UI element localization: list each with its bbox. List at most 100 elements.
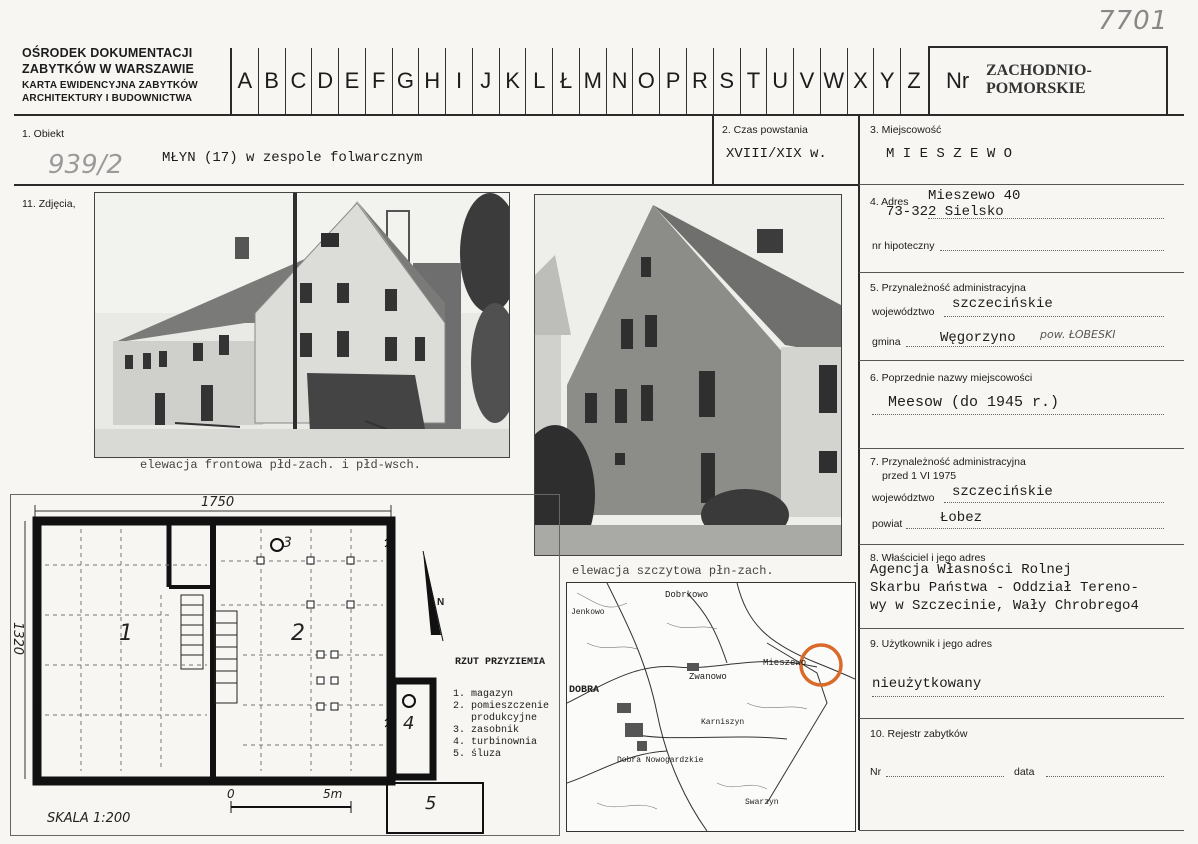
rule-5 (859, 272, 1184, 273)
scale-label: SKALA 1:200 (47, 811, 131, 826)
rule-bottom-right (859, 830, 1184, 831)
field10-data-dots (1046, 776, 1164, 777)
field8-line2: Skarbu Państwa - Oddział Tereno- (870, 580, 1139, 596)
region-stamp-line1: ZACHODNIO- (986, 62, 1092, 79)
map-label-zwanowo: Zwanowo (689, 672, 727, 682)
letter-16: P (659, 48, 686, 114)
photo-gable-elevation (534, 194, 842, 556)
rule-top (14, 114, 1184, 116)
photo-front-drawing (95, 193, 509, 457)
field10-nr-label: Nr (870, 766, 882, 778)
letter-12: Ł (552, 48, 579, 114)
map-label-dobrkowo: Dobrkowo (665, 590, 709, 600)
field8-line1: Agencja Własności Rolnej (870, 562, 1072, 578)
letter-21: V (793, 48, 820, 114)
field9-label: 9. Użytkownik i jego adres (870, 638, 992, 650)
hipoteka-label: nr hipoteczny (872, 240, 935, 252)
plan-legend-item: produkcyjne (453, 713, 538, 724)
plan-title: RZUT PRZYZIEMIA (455, 657, 546, 668)
field5-woj-label: województwo (872, 306, 935, 318)
field10-data-label: data (1014, 766, 1035, 778)
rule-8 (859, 544, 1184, 545)
field5-gmina-value: Węgorzyno (940, 330, 1016, 346)
field5-gmina-label: gmina (872, 336, 901, 348)
photo1-caption: elewacja frontowa płd-zach. i płd-wsch. (140, 458, 421, 472)
north-label: N (437, 597, 445, 608)
floor-plan: 1750 1320 1 2 3 4 5 N RZUT PRZYZIEMIA 1.… (10, 494, 560, 836)
field3-value: M I E S Z E W O (886, 146, 1013, 162)
rule-9 (859, 628, 1184, 629)
org-line3: KARTA EWIDENCYJNA ZABYTKÓW (22, 80, 198, 91)
nr-box: Nr ZACHODNIO- POMORSKIE (928, 46, 1168, 116)
rule-7 (859, 448, 1184, 449)
field6-label: 6. Poprzednie nazwy miejscowości (870, 372, 1033, 384)
letter-4: E (338, 48, 365, 114)
letter-25: Z (900, 48, 927, 114)
plan-room2: 2 (291, 621, 305, 646)
photo-front-elevation (94, 192, 510, 458)
field4-dots (928, 218, 1164, 219)
map-label-mieszewo: Mieszewo (763, 658, 807, 668)
map-drawing (566, 582, 856, 832)
field5-woj-value: szczecińskie (952, 296, 1053, 312)
letter-7: H (418, 48, 445, 114)
letter-2: C (284, 48, 312, 114)
field5-gmina-dots (906, 346, 1164, 347)
field9-value: nieużytkowany (872, 676, 982, 692)
divider-obj-time (712, 114, 714, 184)
letter-23: X (846, 48, 874, 114)
field2-value: XVIII/XIX w. (726, 146, 827, 162)
plan-dim-height: 1320 (10, 621, 26, 656)
letter-13: M (578, 48, 606, 114)
map-label-karniszyn: Karniszyn (701, 718, 745, 727)
letter-14: N (605, 48, 633, 114)
map-label-jenkowo: Jenkowo (571, 608, 605, 617)
scale-5m: 5m (323, 787, 343, 801)
plan-legend: 1. magazyn 2. pomieszczenie produkcyjne 3.… (453, 689, 549, 761)
org-line1: OŚRODEK DOKUMENTACJI (22, 46, 193, 60)
nr-label: Nr (946, 68, 970, 93)
letter-18: S (712, 48, 740, 114)
photo2-caption: elewacja szczytowa płn-zach. (572, 564, 774, 578)
field5-gmina-note: pow. ŁOBESKI (1040, 328, 1116, 341)
field7-powiat-dots (906, 528, 1164, 529)
photo-gable-drawing (535, 195, 841, 555)
field2-label: 2. Czas powstania (722, 124, 808, 136)
corner-number: 7701 (1098, 6, 1169, 36)
letter-20: U (766, 48, 793, 114)
field1-label: 1. Obiekt (22, 128, 65, 140)
divider-right-column (858, 114, 860, 830)
field7-powiat-value: Łobez (940, 510, 983, 526)
map-label-dobra-nowogardzkie: Dobra Nowogardzkie (617, 756, 704, 765)
hipoteka-dots (940, 250, 1164, 251)
field7-sub: przed 1 VI 1975 (882, 470, 957, 482)
plan-room5: 5 (425, 793, 437, 814)
scale-zero: 0 (227, 787, 235, 801)
field3-label: 3. Miejscowość (870, 124, 942, 136)
letter-24: Y (873, 48, 900, 114)
field4-line1: Mieszewo 40 (928, 188, 1021, 204)
field10-nr-dots (886, 776, 1004, 777)
field7-woj-label: województwo (872, 492, 935, 504)
field1-handwritten: 939/2 (48, 150, 123, 180)
field7-woj-value: szczecińskie (952, 484, 1053, 500)
letter-5: F (364, 48, 392, 114)
map-label-swarzyn: Swarzyn (745, 798, 779, 807)
letter-17: R (686, 48, 713, 114)
rule-4 (859, 184, 1184, 185)
field5-woj-dots (944, 316, 1164, 317)
letter-8: I (445, 48, 472, 114)
field9-dots (872, 696, 1164, 697)
letter-index: ABCDEFGHIJKLŁMNOPRSTUVWXYZ (230, 48, 927, 114)
plan-legend-item: 1. magazyn (453, 689, 514, 700)
field8-line3: wy w Szczecinie, Wały Chrobrego4 (870, 598, 1139, 614)
plan-legend-item: 4. turbinownia (453, 737, 538, 748)
letter-22: W (819, 48, 847, 114)
field11-label: 11. Zdjęcia, (22, 198, 76, 210)
letter-9: J (471, 48, 499, 114)
letter-10: K (498, 48, 526, 114)
letter-6: G (391, 48, 419, 114)
plan-legend-item: 2. pomieszczenie (453, 701, 550, 712)
field6-value: Meesow (do 1945 r.) (888, 394, 1060, 411)
field1-value: MŁYN (17) w zespole folwarcznym (162, 150, 423, 166)
